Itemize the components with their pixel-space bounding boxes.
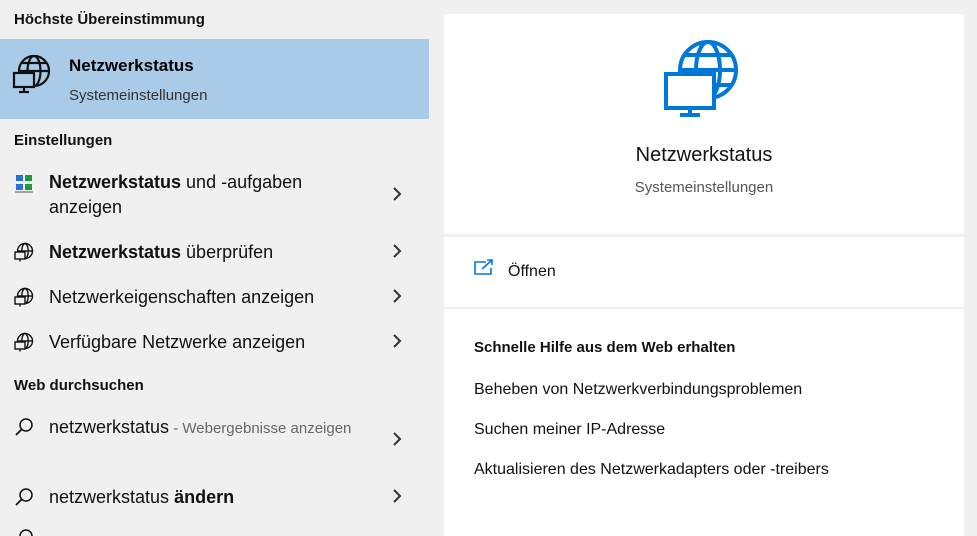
chevron-right-icon bbox=[393, 489, 402, 503]
web-result-item[interactable] bbox=[0, 528, 429, 536]
settings-item-network-properties[interactable]: Netzwerkeigenschaften anzeigen bbox=[0, 283, 429, 313]
open-external-icon bbox=[474, 259, 493, 275]
best-match-subtitle: Systemeinstellungen bbox=[69, 87, 208, 104]
app-name: Netzwerkstatus bbox=[635, 144, 773, 166]
web-search-header: Web durchsuchen bbox=[14, 377, 144, 394]
web-result-label: netzwerkstatus ändern bbox=[49, 487, 235, 507]
app-category: Systemeinstellungen bbox=[634, 179, 774, 196]
chevron-right-icon bbox=[393, 244, 402, 258]
best-match-header: Höchste Übereinstimmung bbox=[14, 11, 205, 28]
search-icon bbox=[15, 488, 33, 506]
settings-item-label: Verfügbare Netzwerke anzeigen bbox=[49, 332, 306, 352]
search-results-panel: Höchste Übereinstimmung Netzwerkstatus S… bbox=[0, 0, 429, 536]
settings-item-available-networks[interactable]: Verfügbare Netzwerke anzeigen bbox=[0, 328, 429, 358]
globe-monitor-icon bbox=[664, 40, 738, 117]
web-help-card: Schnelle Hilfe aus dem Web erhalten Behe… bbox=[444, 309, 964, 536]
best-match-title: Netzwerkstatus bbox=[69, 56, 194, 75]
settings-item-label: Netzwerkstatus und -aufgaben anzeigen bbox=[49, 172, 303, 217]
best-match-item[interactable]: Netzwerkstatus Systemeinstellungen bbox=[0, 39, 429, 119]
settings-item-label: Netzwerkstatus überprüfen bbox=[49, 242, 274, 262]
app-detail-card: Netzwerkstatus Systemeinstellungen bbox=[444, 14, 964, 234]
settings-item-check-status[interactable]: Netzwerkstatus überprüfen bbox=[0, 238, 429, 268]
chevron-right-icon bbox=[393, 289, 402, 303]
globe-monitor-icon bbox=[14, 287, 34, 307]
web-help-title: Schnelle Hilfe aus dem Web erhalten bbox=[474, 339, 736, 356]
settings-header: Einstellungen bbox=[14, 132, 113, 149]
network-tasks-icon bbox=[15, 175, 33, 193]
web-result-label: netzwerkstatus - Webergebnisse anzeigen bbox=[49, 417, 352, 437]
search-icon bbox=[15, 418, 33, 436]
chevron-right-icon bbox=[393, 334, 402, 348]
web-result-item[interactable]: netzwerkstatus ändern bbox=[0, 483, 429, 513]
search-icon bbox=[19, 529, 33, 536]
globe-monitor-icon bbox=[14, 242, 34, 262]
open-action[interactable]: Öffnen bbox=[444, 237, 964, 307]
help-link[interactable]: Suchen meiner IP-Adresse bbox=[474, 421, 665, 439]
chevron-right-icon bbox=[393, 187, 402, 201]
help-link[interactable]: Aktualisieren des Netzwerkadapters oder … bbox=[474, 461, 829, 479]
settings-item-label: Netzwerkeigenschaften anzeigen bbox=[49, 287, 315, 307]
settings-item-network-tasks[interactable]: Netzwerkstatus und -aufgaben anzeigen bbox=[0, 168, 429, 223]
open-label: Öffnen bbox=[508, 263, 556, 280]
chevron-right-icon bbox=[393, 432, 402, 446]
help-link[interactable]: Beheben von Netzwerkverbindungsproblemen bbox=[474, 381, 802, 399]
globe-monitor-icon bbox=[12, 54, 51, 94]
web-result-item[interactable]: netzwerkstatus - Webergebnisse anzeigen bbox=[0, 413, 429, 468]
globe-monitor-icon bbox=[14, 332, 34, 352]
